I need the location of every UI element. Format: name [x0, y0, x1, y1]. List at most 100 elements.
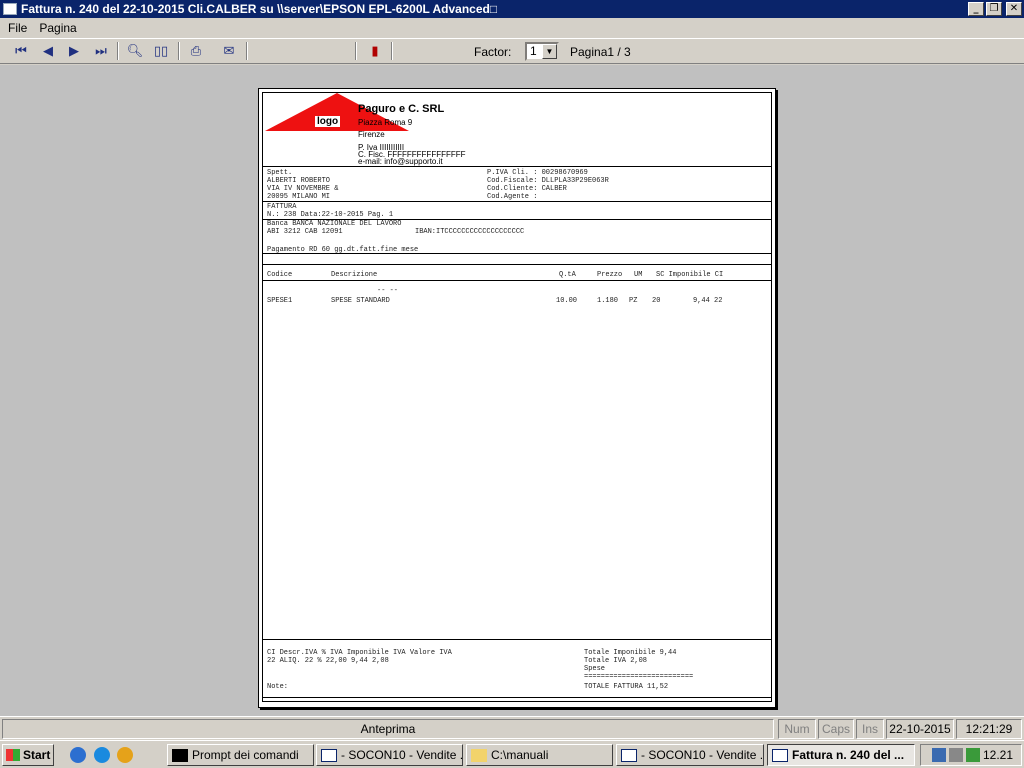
customer-piva: P.IVA Cli. : 00298670969 — [487, 169, 588, 177]
status-caps: Caps — [818, 719, 854, 739]
toolbar-separator — [391, 42, 393, 60]
chevron-down-icon[interactable]: ▼ — [542, 44, 557, 59]
windows-flag-icon — [6, 749, 20, 761]
folder-icon — [471, 748, 487, 762]
row-sc: 20 — [652, 297, 661, 305]
customer-street: VIA IV NOVEMBRE & — [267, 185, 339, 193]
note-label: Note: — [267, 683, 289, 691]
status-time: 12:21:29 — [956, 719, 1022, 739]
ie-icon[interactable] — [70, 747, 86, 763]
company-name: Paguro e C. SRL — [358, 103, 445, 115]
next-page-icon[interactable]: ▶ — [63, 41, 85, 61]
task-folder[interactable]: C:\manuali — [466, 744, 613, 766]
divider — [263, 639, 771, 640]
console-icon — [172, 748, 188, 762]
minimize-button[interactable]: _ — [968, 2, 984, 16]
divider — [263, 201, 771, 202]
divider — [263, 253, 771, 254]
invoice-frame: logo Paguro e C. SRL Piazza Roma 9 Firen… — [262, 92, 772, 702]
company-city: Firenze — [358, 130, 385, 139]
task-prompt[interactable]: Prompt dei comandi — [167, 744, 314, 766]
toolbar: ⏮ ◀ ▶ ⏭ 🔍︎ ▯▯ ⎙ ✉ ▮ Factor: 1 ▼ Pagina1 … — [0, 38, 1024, 64]
start-button[interactable]: Start — [2, 744, 54, 766]
task-socon-2[interactable]: - SOCON10 - Vendite ... — [616, 744, 764, 766]
app-icon[interactable] — [3, 3, 17, 15]
export-icon[interactable]: ✉ — [218, 41, 240, 61]
toolbar-separator — [178, 42, 180, 60]
customer-code: Cod.Cliente: CALBER — [487, 185, 567, 193]
maximize-button[interactable]: ❐ — [986, 2, 1002, 16]
task-fattura[interactable]: Fattura n. 240 del ... — [767, 744, 915, 766]
total-spese: Spese — [584, 665, 606, 673]
doc-type: FATTURA — [267, 203, 297, 211]
tray-app-icon[interactable] — [948, 748, 963, 762]
col-codice: Codice — [267, 271, 293, 279]
close-button[interactable]: ✕ — [1006, 2, 1022, 16]
bank-iban: IBAN:ITCCCCCCCCCCCCCCCCCCC — [415, 228, 525, 236]
company-address: Piazza Roma 9 — [358, 118, 413, 127]
last-page-icon[interactable]: ⏭ — [90, 41, 112, 61]
agent-code: Cod.Agente : — [487, 193, 538, 201]
browser-icon[interactable] — [94, 747, 110, 763]
row-descrizione: SPESE STANDARD — [331, 297, 390, 305]
logo-text: logo — [315, 116, 341, 127]
factor-label: Factor: — [474, 45, 512, 59]
iva-row: 22 ALIQ. 22 % 22,00 9,44 2,08 — [267, 657, 389, 665]
total-fattura: TOTALE FATTURA 11,52 — [584, 683, 669, 691]
company-email: e-mail: info@supporto.it — [358, 157, 443, 166]
customer-spett: Spett. — [267, 169, 293, 177]
print-icon[interactable]: ⎙ — [185, 41, 207, 61]
customer-name: ALBERTI ROBERTO — [267, 177, 331, 185]
status-num: Num — [778, 719, 816, 739]
row-marker: -- -- — [377, 287, 399, 295]
menu-pagina[interactable]: Pagina — [33, 21, 82, 35]
col-sc-imponibile: SC Imponibile CI — [656, 271, 724, 279]
row-imponibile-ci: 9,44 22 — [693, 297, 723, 305]
window-icon — [321, 748, 337, 762]
toolbar-separator — [117, 42, 119, 60]
toolbar-separator — [246, 42, 248, 60]
bank-abi-cab: ABI 3212 CAB 12091 — [267, 228, 343, 236]
menu-bar: File Pagina — [0, 18, 1024, 38]
divider — [263, 280, 771, 281]
menu-file[interactable]: File — [2, 21, 33, 35]
total-iva: Totale IVA 2,08 — [584, 657, 648, 665]
toolbar-separator — [355, 42, 357, 60]
tray-clock: 12.21 — [982, 748, 1013, 762]
status-ins: Ins — [856, 719, 884, 739]
page-indicator: Pagina1 / 3 — [570, 45, 631, 59]
factor-select[interactable]: 1 ▼ — [525, 42, 559, 61]
col-um: UM — [634, 271, 643, 279]
col-prezzo: Prezzo — [597, 271, 623, 279]
network-icon[interactable] — [931, 748, 946, 762]
status-date: 22-10-2015 — [886, 719, 954, 739]
zoom-icon[interactable]: 🔍︎ — [124, 41, 146, 61]
exit-door-icon[interactable]: ▮ — [364, 41, 386, 61]
customer-cf: Cod.Fiscale: DLLPLA33P29E063R — [487, 177, 609, 185]
doc-number-line: N.: 238 Data:22-10-2015 Pag. 1 — [267, 211, 394, 219]
divider — [263, 697, 771, 698]
task-socon-1[interactable]: - SOCON10 - Vendite ... — [316, 744, 463, 766]
media-player-icon[interactable] — [117, 747, 133, 763]
two-pages-icon[interactable]: ▯▯ — [150, 41, 172, 61]
window-icon — [772, 748, 788, 762]
window-title: Fattura n. 240 del 22-10-2015 Cli.CALBER… — [21, 2, 498, 16]
row-prezzo: 1.180 — [597, 297, 619, 305]
col-descrizione: Descrizione — [331, 271, 378, 279]
first-page-icon[interactable]: ⏮ — [10, 41, 32, 61]
col-qta: Q.tA — [559, 271, 576, 279]
bank-name: Banca BANCA NAZIONALE DEL LAVORO — [267, 220, 402, 228]
divider — [263, 264, 771, 265]
security-icon[interactable] — [965, 748, 980, 762]
iva-header: CI Descr.IVA % IVA Imponibile IVA Valore… — [267, 649, 452, 657]
previous-page-icon[interactable]: ◀ — [37, 41, 59, 61]
start-label: Start — [23, 748, 51, 762]
system-tray: 12.21 — [920, 744, 1022, 766]
status-mode: Anteprima — [2, 719, 774, 739]
total-separator: ========================== — [584, 673, 694, 681]
divider — [263, 166, 771, 167]
window-icon — [621, 748, 637, 762]
preview-area[interactable]: logo Paguro e C. SRL Piazza Roma 9 Firen… — [0, 65, 1024, 716]
row-um: PZ — [629, 297, 638, 305]
invoice-page: logo Paguro e C. SRL Piazza Roma 9 Firen… — [258, 88, 776, 708]
